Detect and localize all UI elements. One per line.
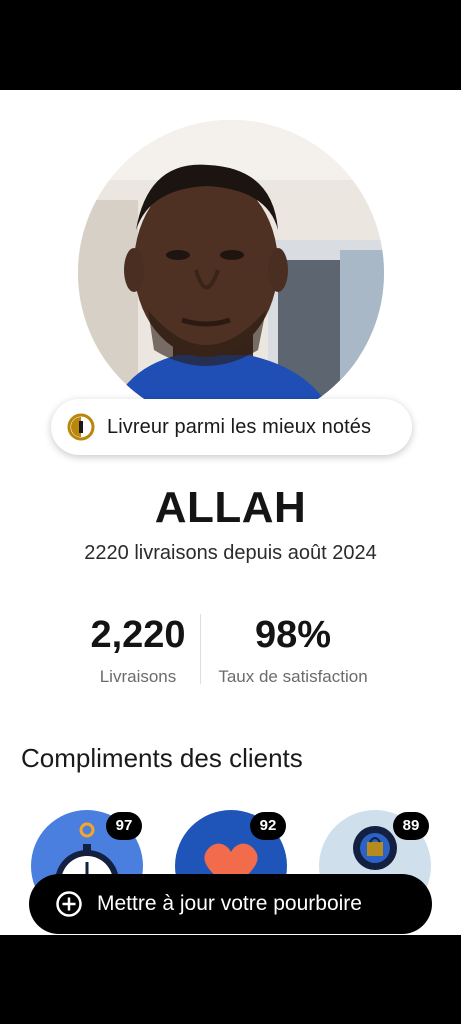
navigation-bar: [0, 935, 461, 1024]
top-rated-badge: Livreur parmi les mieux notés: [51, 399, 412, 455]
update-tip-label: Mettre à jour votre pourboire: [97, 892, 362, 915]
compliment-count: 97: [106, 812, 142, 840]
compliment-count: 92: [250, 812, 286, 840]
stat-label: Taux de satisfaction: [218, 667, 368, 686]
courier-avatar: [78, 120, 384, 426]
stats-row: 2,220 Livraisons 98% Taux de satisfactio…: [0, 614, 461, 694]
compliments-title: Compliments des clients: [21, 743, 303, 773]
divider: [200, 614, 201, 684]
plus-circle-icon: [55, 890, 83, 918]
stat-value: 98%: [254, 614, 332, 656]
badge-label: Livreur parmi les mieux notés: [107, 415, 372, 438]
delivery-summary: 2220 livraisons depuis août 2024: [84, 542, 377, 564]
status-bar: [0, 0, 461, 90]
courier-profile-page: Livreur parmi les mieux notés ALLAH 2220…: [0, 90, 461, 935]
update-tip-button[interactable]: Mettre à jour votre pourboire: [29, 874, 432, 934]
stat-value: 2,220: [90, 614, 186, 656]
stat-deliveries: 2,220 Livraisons: [80, 614, 196, 687]
compliment-count: 89: [393, 812, 429, 840]
medal-icon: [67, 413, 95, 441]
stat-label: Livraisons: [99, 667, 177, 686]
courier-name: ALLAH: [154, 483, 307, 532]
stat-satisfaction: 98% Taux de satisfaction: [210, 614, 376, 687]
